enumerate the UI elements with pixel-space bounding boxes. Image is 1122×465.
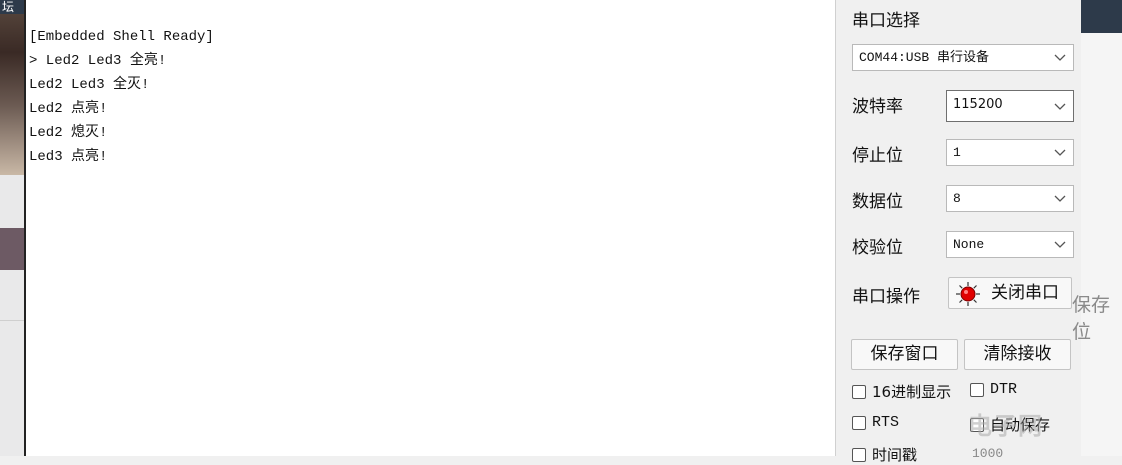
chevron-down-icon bbox=[1054, 103, 1066, 110]
dtr-label: DTR bbox=[990, 381, 1018, 398]
terminal-line: Led3 点亮! bbox=[29, 149, 108, 165]
checkbox-box bbox=[852, 415, 866, 430]
rts-checkbox[interactable]: RTS bbox=[852, 414, 899, 431]
checkbox-box bbox=[852, 384, 866, 399]
checkbox-box bbox=[852, 447, 866, 462]
port-select-value: COM44:USB 串行设备 bbox=[859, 50, 990, 65]
terminal-line: Led2 点亮! bbox=[29, 101, 108, 117]
baud-select[interactable]: 115200 bbox=[946, 90, 1074, 122]
rts-label: RTS bbox=[872, 414, 900, 431]
port-select-label: 串口选择 bbox=[852, 11, 920, 31]
timestamp-checkbox[interactable]: 时间戳 bbox=[852, 444, 917, 465]
background-image bbox=[0, 0, 24, 175]
checkbox-box bbox=[970, 382, 984, 397]
terminal-line: Led2 Led3 全灭! bbox=[29, 77, 150, 93]
stop-bits-select[interactable]: 1 bbox=[946, 139, 1074, 166]
data-bits-select[interactable]: 8 bbox=[946, 185, 1074, 212]
data-bits-label: 数据位 bbox=[852, 192, 903, 212]
background-text-right: 保存 位 bbox=[1072, 294, 1111, 343]
terminal-line: > Led2 Led3 全亮! bbox=[29, 53, 167, 69]
watermark: 电子网 bbox=[968, 412, 1043, 440]
chevron-down-icon bbox=[1054, 149, 1066, 156]
port-select[interactable]: COM44:USB 串行设备 bbox=[852, 44, 1074, 71]
port-operation-label: 串口操作 bbox=[852, 287, 920, 307]
close-port-label: 关闭串口 bbox=[991, 283, 1059, 303]
clear-receive-button[interactable]: 清除接收 bbox=[964, 339, 1071, 370]
parity-value: None bbox=[953, 237, 985, 252]
data-bits-value: 8 bbox=[953, 191, 961, 206]
background-titlebar: 坛 bbox=[0, 0, 24, 14]
chevron-down-icon bbox=[1054, 241, 1066, 248]
background-image-2 bbox=[0, 228, 24, 270]
stop-bits-value: 1 bbox=[953, 145, 961, 160]
dtr-checkbox[interactable]: DTR bbox=[970, 381, 1017, 398]
receive-terminal[interactable]: [Embedded Shell Ready] > Led2 Led3 全亮! L… bbox=[24, 0, 836, 456]
background-window-right bbox=[1081, 0, 1122, 456]
terminal-line: [Embedded Shell Ready] bbox=[29, 29, 214, 45]
serial-settings-panel: 串口选择 COM44:USB 串行设备 波特率 115200 停止位 1 数据位… bbox=[837, 0, 1081, 464]
hex-display-label: 16进制显示 bbox=[872, 383, 952, 401]
stop-bits-label: 停止位 bbox=[852, 146, 903, 166]
close-port-button[interactable]: 关闭串口 bbox=[948, 277, 1072, 309]
timestamp-label: 时间戳 bbox=[872, 446, 918, 464]
background-text: 坛 bbox=[2, 0, 15, 14]
baud-label: 波特率 bbox=[852, 97, 903, 117]
timestamp-interval-value: 1000 bbox=[972, 446, 1004, 461]
save-window-button[interactable]: 保存窗口 bbox=[851, 339, 958, 370]
parity-select[interactable]: None bbox=[946, 231, 1074, 258]
hex-display-checkbox[interactable]: 16进制显示 bbox=[852, 381, 951, 402]
baud-select-value: 115200 bbox=[953, 97, 1003, 112]
chevron-down-icon bbox=[1054, 54, 1066, 61]
background-titlebar-right bbox=[1081, 0, 1122, 33]
status-led-icon bbox=[956, 282, 980, 306]
terminal-line: Led2 熄灭! bbox=[29, 125, 108, 141]
terminal-output: [Embedded Shell Ready] > Led2 Led3 全亮! L… bbox=[29, 25, 214, 169]
parity-label: 校验位 bbox=[852, 238, 903, 258]
chevron-down-icon bbox=[1054, 195, 1066, 202]
background-divider bbox=[0, 320, 24, 321]
